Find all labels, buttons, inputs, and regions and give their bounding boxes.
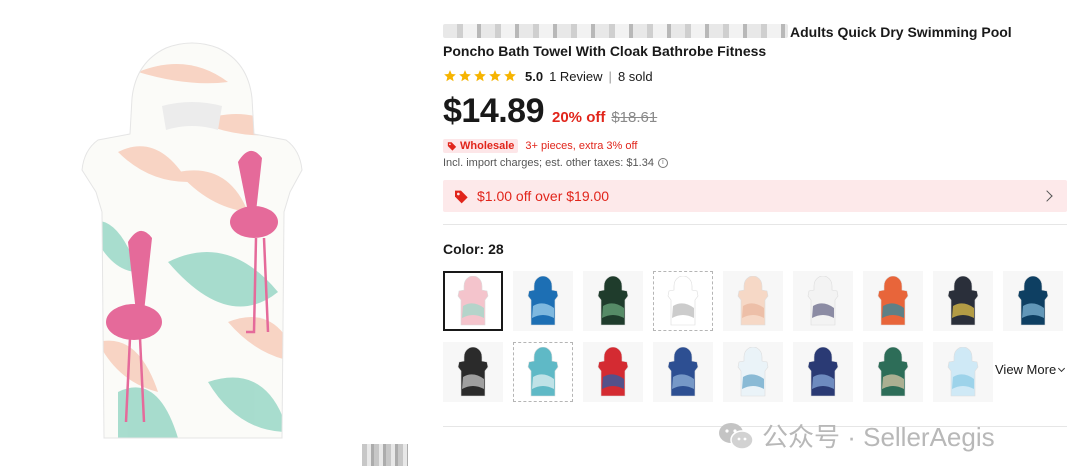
- wholesale-offer: 3+ pieces, extra 3% off: [525, 140, 638, 152]
- light-blue-towel-icon: [947, 347, 979, 397]
- turtle-towel-icon: [877, 347, 909, 397]
- chevron-down-icon: [1058, 364, 1066, 372]
- divider: [443, 224, 1067, 225]
- pattern-towel-icon: [807, 276, 839, 326]
- wholesale-badge-label: Wholesale: [460, 140, 515, 152]
- tie-dye-towel-icon: [527, 347, 559, 397]
- product-title-line2: Poncho Bath Towel With Cloak Bathrobe Fi…: [443, 43, 767, 59]
- current-price: $14.89: [443, 92, 545, 130]
- coupon-tag-icon: [455, 190, 468, 204]
- info-icon[interactable]: i: [657, 158, 668, 168]
- color-swatch[interactable]: [583, 271, 643, 331]
- blurred-chip: [362, 444, 408, 466]
- wechat-icon: [719, 422, 754, 450]
- peach-leaf-towel-icon: [737, 276, 769, 326]
- original-price: $18.61: [611, 109, 658, 126]
- color-swatch[interactable]: [513, 342, 573, 402]
- color-swatch[interactable]: [933, 271, 993, 331]
- color-swatch[interactable]: [653, 342, 713, 402]
- color-swatch[interactable]: [723, 271, 783, 331]
- color-swatch[interactable]: [933, 342, 993, 402]
- separator: |: [608, 68, 612, 84]
- tropical-green-towel-icon: [597, 276, 629, 326]
- color-swatch[interactable]: [443, 271, 503, 331]
- mountain-towel-icon: [457, 347, 489, 397]
- star-icon: [489, 70, 501, 82]
- wave-white-towel-icon: [737, 347, 769, 397]
- coupon-bar[interactable]: $1.00 off over $19.00: [443, 180, 1067, 212]
- color-swatch[interactable]: [793, 342, 853, 402]
- color-swatch[interactable]: [1003, 271, 1063, 331]
- shark-towel-icon: [597, 347, 629, 397]
- view-more-button[interactable]: View More: [995, 362, 1066, 377]
- ocean-wave-towel-icon: [1017, 276, 1049, 326]
- product-main-image[interactable]: [78, 42, 306, 442]
- color-swatch[interactable]: [513, 271, 573, 331]
- sold-count: 8 sold: [617, 68, 653, 84]
- flamingo-poncho-illustration: [81, 42, 303, 439]
- color-swatch[interactable]: [863, 271, 923, 331]
- view-more-label: View More: [995, 362, 1057, 377]
- rating-score: 5.0: [525, 68, 544, 84]
- wholesale-row: Wholesale 3+ pieces, extra 3% off: [443, 139, 637, 153]
- tag-icon: [447, 142, 457, 151]
- aztec-yellow-towel-icon: [947, 276, 979, 326]
- flamingo-towel-icon: [457, 276, 489, 326]
- indigo-stripe-towel-icon: [667, 347, 699, 397]
- tax-text: Incl. import charges; est. other taxes: …: [443, 157, 654, 169]
- watermark: 公众号 · SellerAegis: [718, 417, 995, 454]
- watermark-text: 公众号 · SellerAegis: [762, 422, 995, 452]
- star-icon: [504, 70, 516, 82]
- color-swatch[interactable]: [653, 271, 713, 331]
- review-count-link[interactable]: 1 Review: [549, 69, 602, 84]
- star-icon: [444, 70, 456, 82]
- tax-row: Incl. import charges; est. other taxes: …: [443, 157, 668, 169]
- star-icon: [459, 70, 471, 82]
- chevron-right-icon: [1041, 190, 1053, 202]
- price-row: $14.89 20% off $18.61: [443, 92, 657, 131]
- rating-row: 5.0 1 Review | 8 sold: [443, 67, 653, 85]
- aztec-orange-towel-icon: [877, 276, 909, 326]
- color-swatch[interactable]: [863, 342, 923, 402]
- line-art-towel-icon: [667, 276, 699, 326]
- star-rating: [443, 69, 517, 83]
- discount-percent: 20% off: [552, 109, 606, 126]
- wholesale-badge: Wholesale: [443, 139, 519, 153]
- color-label: Color: 28: [443, 241, 504, 257]
- color-swatch[interactable]: [583, 342, 643, 402]
- star-icon: [474, 70, 486, 82]
- redacted-title-prefix: [443, 24, 788, 38]
- palm-blue-towel-icon: [527, 276, 559, 326]
- coupon-text: $1.00 off over $19.00: [477, 188, 610, 204]
- color-swatch[interactable]: [443, 342, 503, 402]
- product-title-line1: Adults Quick Dry Swimming Pool: [790, 24, 1012, 40]
- color-swatch[interactable]: [793, 271, 853, 331]
- color-swatch[interactable]: [723, 342, 783, 402]
- navy-dolphin-towel-icon: [807, 347, 839, 397]
